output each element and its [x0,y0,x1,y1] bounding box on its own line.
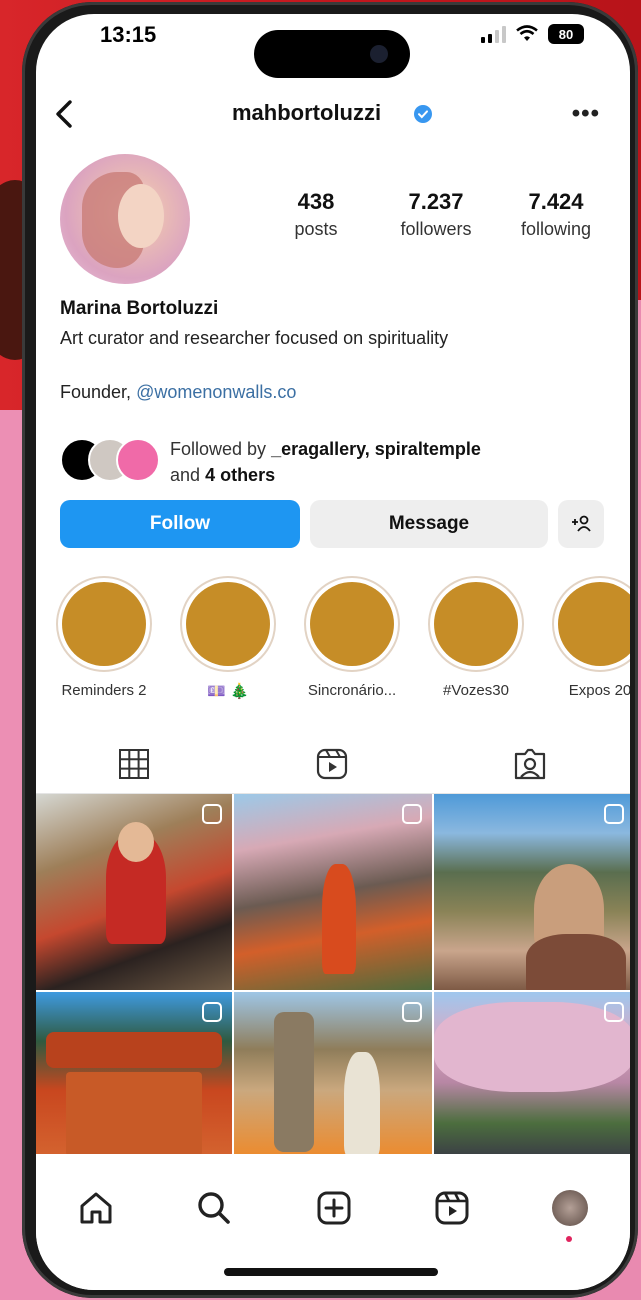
multi-post-icon [402,1002,422,1022]
highlight-label: #Vozes30 [443,682,509,699]
more-options-icon[interactable]: ••• [572,100,600,128]
grid-icon[interactable] [114,744,154,784]
post-thumbnail[interactable] [36,794,232,990]
highlight-item[interactable]: Expos 20 [550,576,630,699]
multi-post-icon [402,804,422,824]
search-icon[interactable] [194,1188,234,1228]
posts-grid [36,794,630,1156]
post-thumbnail[interactable] [234,992,432,1156]
verified-badge-icon [414,105,432,123]
highlight-item[interactable]: Reminders 2 [54,576,154,699]
profile-nav-avatar[interactable] [552,1190,588,1226]
highlight-item[interactable]: Sincronário... [302,576,402,699]
stat-posts-label: posts [294,219,338,239]
story-highlights: Reminders 2 💷 🎄 Sincronário... #Vozes30 … [36,576,630,706]
status-indicators: 80 [481,24,584,44]
profile-bio: Art curator and researcher focused on sp… [60,328,449,348]
followed-by[interactable]: Followed by _eragallery, spiraltemple an… [60,432,600,492]
stat-followers[interactable]: 7.237 followers [376,189,496,240]
highlight-item[interactable]: #Vozes30 [426,576,526,699]
followed-by-text: Followed by _eragallery, spiraltemple an… [170,436,481,488]
follow-button[interactable]: Follow [60,500,300,548]
followed-by-and: and [170,465,201,485]
highlight-label: Sincronário... [307,682,397,699]
follower-avatar [116,438,160,482]
wifi-icon [516,25,538,41]
battery-icon: 80 [548,24,584,44]
post-thumbnail[interactable] [434,794,630,990]
stat-followers-label: followers [400,219,472,239]
followed-by-others: 4 others [205,465,276,485]
profile-username: mahbortoluzzi [232,100,382,125]
dynamic-island [254,30,410,78]
highlight-label: 💷 🎄 [207,683,249,700]
profile-stats: 438 posts 7.237 followers 7.424 followin… [256,189,616,240]
highlight-label: Expos 20 [568,682,630,699]
multi-post-icon [604,1002,624,1022]
followed-by-prefix: Followed by [170,439,267,459]
founder-prefix: Founder, [60,382,132,402]
back-arrow-icon[interactable] [50,94,80,134]
multi-post-icon [202,1002,222,1022]
profile-founder-line: Founder, @womenonwalls.co [60,382,296,403]
tagged-icon[interactable] [510,744,550,784]
profile-name: Marina Bortoluzzi [60,298,219,319]
multi-post-icon [604,804,624,824]
stat-posts-value: 438 [297,189,335,214]
stat-following[interactable]: 7.424 following [496,189,616,240]
suggest-people-button[interactable] [558,500,604,548]
home-icon[interactable] [76,1188,116,1228]
stat-followers-value: 7.237 [408,189,464,214]
add-person-icon [572,515,591,532]
post-thumbnail[interactable] [434,992,630,1156]
notification-dot [566,1236,572,1242]
post-thumbnail[interactable] [36,992,232,1156]
followed-by-names: _eragallery, spiraltemple [271,439,481,459]
highlight-label: Reminders 2 [61,682,147,699]
home-indicator[interactable] [224,1268,438,1276]
profile-tabs [36,736,630,794]
profile-avatar[interactable] [60,154,190,284]
status-time: 13:15 [100,22,157,47]
create-post-icon[interactable] [314,1188,354,1228]
multi-post-icon [202,804,222,824]
bottom-navigation [36,1154,630,1290]
founder-link[interactable]: @womenonwalls.co [136,382,296,402]
stat-posts[interactable]: 438 posts [256,189,376,240]
reels-icon[interactable] [312,744,352,784]
reels-nav-icon[interactable] [432,1188,472,1228]
phone-screen: 13:15 80 mahbortoluzzi ••• 438 posts 7.2… [36,14,630,1290]
signal-icon [481,25,506,43]
message-button[interactable]: Message [310,500,548,548]
highlight-item[interactable]: 💷 🎄 [178,576,278,700]
stat-following-value: 7.424 [528,189,584,214]
stat-following-label: following [520,219,592,239]
post-thumbnail[interactable] [234,794,432,990]
profile-header: mahbortoluzzi ••• [36,84,630,144]
